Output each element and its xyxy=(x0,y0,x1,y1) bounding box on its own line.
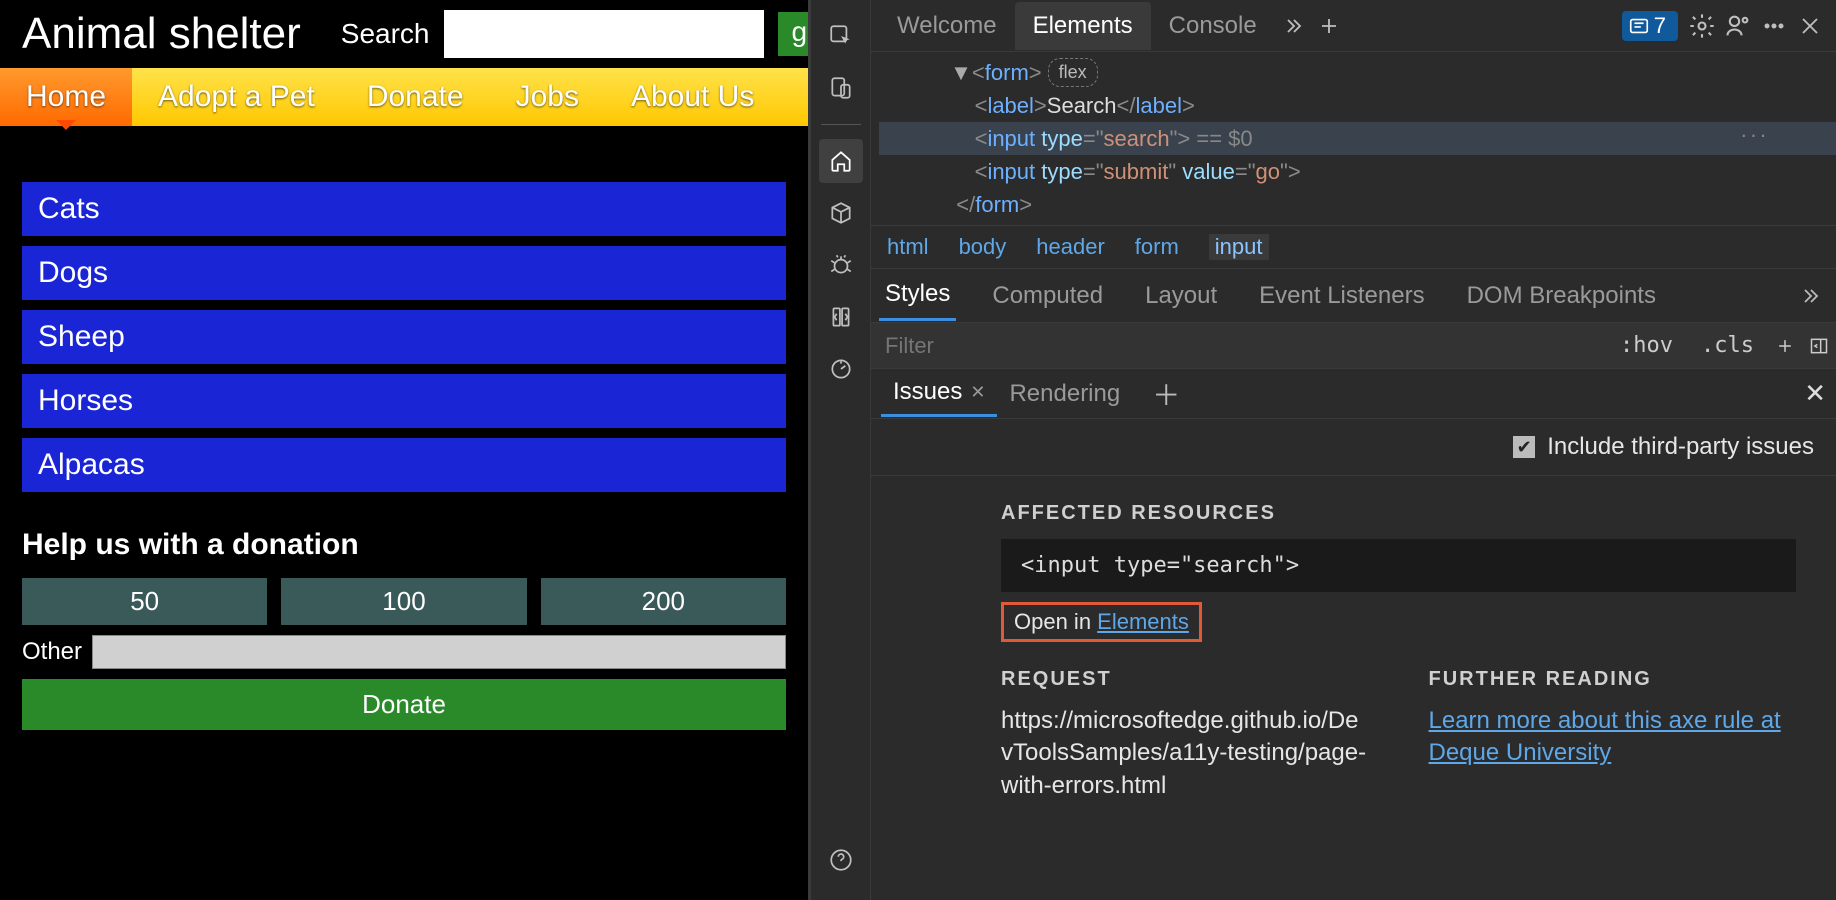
nav-home[interactable]: Home xyxy=(0,68,132,126)
drawer-tab-rendering[interactable]: Rendering xyxy=(997,372,1132,416)
new-style-rule-icon[interactable] xyxy=(1768,336,1802,356)
more-tabs-icon[interactable] xyxy=(1275,8,1311,44)
breadcrumb-item[interactable]: body xyxy=(959,234,1007,260)
styles-subtabs: Styles Computed Layout Event Listeners D… xyxy=(871,269,1836,323)
computed-sidebar-toggle-icon[interactable] xyxy=(1802,336,1836,356)
inspect-icon[interactable] xyxy=(819,14,863,58)
drawer-tabbar: Issues✕ Rendering ＋ ✕ xyxy=(871,369,1836,419)
list-item[interactable]: Alpacas xyxy=(22,438,786,492)
dom-tree[interactable]: ▼<form>flex <label>Search</label> <input… xyxy=(871,52,1836,225)
subtab-dom-breakpoints[interactable]: DOM Breakpoints xyxy=(1461,272,1662,320)
tab-console[interactable]: Console xyxy=(1151,2,1275,50)
subtab-styles[interactable]: Styles xyxy=(879,270,956,321)
elements-tool-icon[interactable] xyxy=(819,139,863,183)
further-reading-link[interactable]: Learn more about this axe rule at Deque … xyxy=(1429,707,1781,766)
tab-welcome[interactable]: Welcome xyxy=(879,2,1015,50)
devtools-panel: Welcome Elements Console 7 ▼<form>f xyxy=(808,0,1836,900)
affected-resources-heading: AFFECTED RESOURCES xyxy=(1001,502,1796,525)
site-title: Animal shelter xyxy=(22,10,341,58)
donation-amount-button[interactable]: 100 xyxy=(281,578,526,625)
devtools-activity-bar xyxy=(811,0,871,900)
include-third-party-checkbox[interactable]: ✔ xyxy=(1513,436,1535,458)
bug-icon[interactable] xyxy=(819,243,863,287)
request-heading: REQUEST xyxy=(1001,668,1369,691)
close-tab-icon[interactable]: ✕ xyxy=(970,382,985,403)
issues-counter[interactable]: 7 xyxy=(1622,11,1678,41)
subtab-event-listeners[interactable]: Event Listeners xyxy=(1253,272,1430,320)
include-third-party-label: Include third-party issues xyxy=(1547,433,1814,461)
more-options-icon[interactable] xyxy=(1756,8,1792,44)
dom-gutter-ellipsis: ... xyxy=(1739,122,1768,141)
subtab-computed[interactable]: Computed xyxy=(986,272,1109,320)
breadcrumb-item[interactable]: form xyxy=(1135,234,1179,260)
list-item[interactable]: Cats xyxy=(22,182,786,236)
sample-webpage: Animal shelter Search go Home Adopt a Pe… xyxy=(0,0,808,900)
tab-elements[interactable]: Elements xyxy=(1015,2,1151,50)
help-icon[interactable] xyxy=(819,838,863,882)
search-input[interactable] xyxy=(444,10,764,58)
styles-filter-bar: :hov .cls xyxy=(871,323,1836,369)
issues-count: 7 xyxy=(1654,13,1666,39)
animal-list: Cats Dogs Sheep Horses Alpacas xyxy=(0,126,808,502)
styles-filter-input[interactable] xyxy=(871,333,1606,359)
network-conditions-icon[interactable] xyxy=(819,295,863,339)
list-item[interactable]: Horses xyxy=(22,374,786,428)
nav-adopt[interactable]: Adopt a Pet xyxy=(132,68,341,126)
dom-selected-node[interactable]: <input type="search"> == $0 xyxy=(879,122,1836,155)
open-in-elements-link[interactable]: Elements xyxy=(1097,609,1189,634)
donation-amount-button[interactable]: 50 xyxy=(22,578,267,625)
new-tab-icon[interactable] xyxy=(1311,8,1347,44)
cls-toggle[interactable]: .cls xyxy=(1687,333,1768,358)
request-url: https://microsoftedge.github.io/DevTools… xyxy=(1001,705,1369,802)
nav-jobs[interactable]: Jobs xyxy=(490,68,605,126)
search-label: Search xyxy=(341,18,430,50)
performance-icon[interactable] xyxy=(819,347,863,391)
devtools-tabbar: Welcome Elements Console 7 xyxy=(871,0,1836,52)
breadcrumb-item[interactable]: html xyxy=(887,234,929,260)
subtab-layout[interactable]: Layout xyxy=(1139,272,1223,320)
nav-about[interactable]: About Us xyxy=(605,68,780,126)
donation-amount-button[interactable]: 200 xyxy=(541,578,786,625)
settings-icon[interactable] xyxy=(1684,8,1720,44)
nav-donate[interactable]: Donate xyxy=(341,68,490,126)
open-in-elements: Open in Elements xyxy=(1001,602,1202,642)
affected-resource-code: <input type="search"> xyxy=(1001,539,1796,592)
list-item[interactable]: Sheep xyxy=(22,310,786,364)
issue-detail: AFFECTED RESOURCES <input type="search">… xyxy=(871,476,1836,802)
drawer-tab-issues[interactable]: Issues✕ xyxy=(881,370,997,417)
main-nav: Home Adopt a Pet Donate Jobs About Us xyxy=(0,68,808,126)
breadcrumb-item[interactable]: input xyxy=(1209,234,1269,260)
other-amount-input[interactable] xyxy=(92,635,786,669)
donation-heading: Help us with a donation xyxy=(0,502,808,578)
further-reading-heading: FURTHER READING xyxy=(1429,668,1797,691)
list-item[interactable]: Dogs xyxy=(22,246,786,300)
more-subtabs-icon[interactable] xyxy=(1798,281,1828,311)
other-amount-label: Other xyxy=(22,638,82,666)
3d-view-icon[interactable] xyxy=(819,191,863,235)
donate-button[interactable]: Donate xyxy=(22,679,786,730)
hov-toggle[interactable]: :hov xyxy=(1606,333,1687,358)
breadcrumb-item[interactable]: header xyxy=(1036,234,1105,260)
drawer-new-tab-icon[interactable]: ＋ xyxy=(1152,374,1180,414)
device-emulation-icon[interactable] xyxy=(819,66,863,110)
close-devtools-icon[interactable] xyxy=(1792,8,1828,44)
dom-breadcrumb: html body header form input xyxy=(871,225,1836,269)
feedback-icon[interactable] xyxy=(1720,8,1756,44)
drawer-close-icon[interactable]: ✕ xyxy=(1804,378,1826,409)
